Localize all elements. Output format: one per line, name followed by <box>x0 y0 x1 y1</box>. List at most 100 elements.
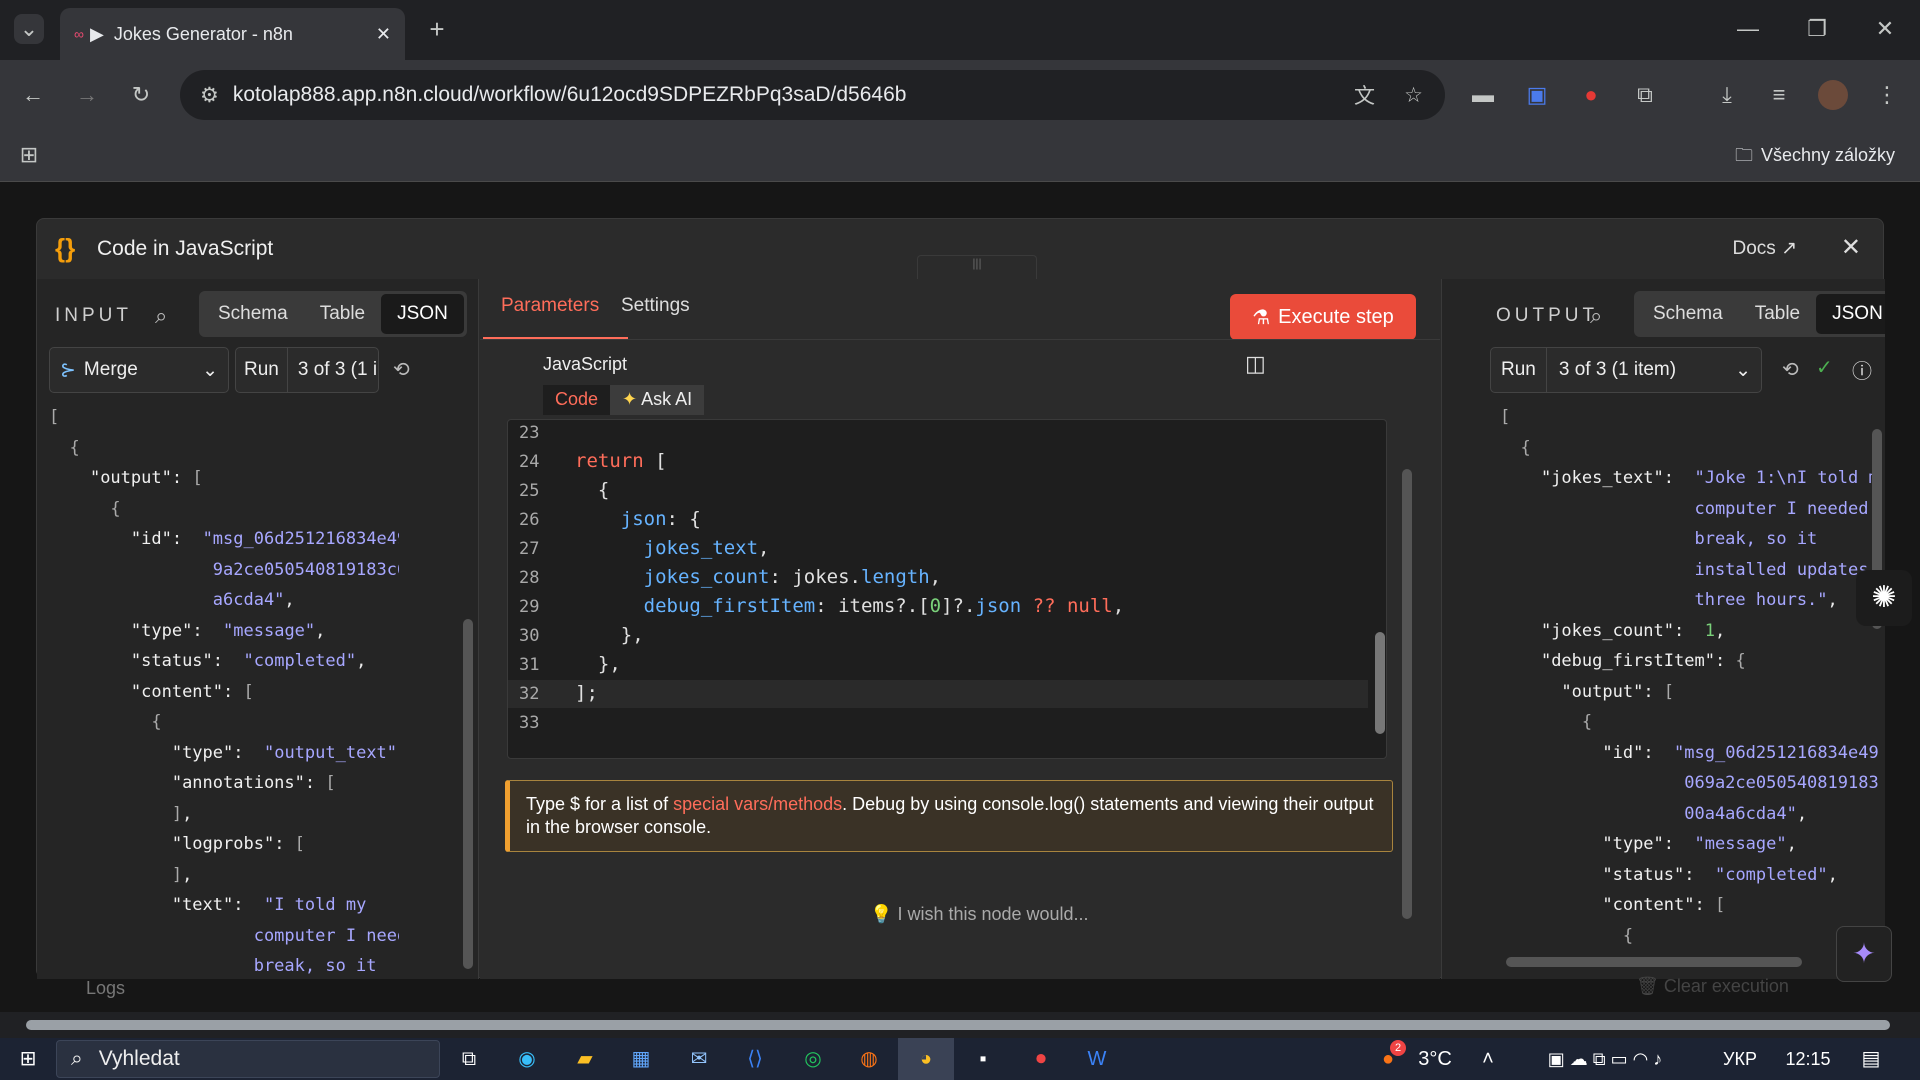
clear-execution-label: Clear execution <box>1663 976 1789 996</box>
extension-3-icon[interactable]: ● <box>1576 80 1606 110</box>
notifications-icon[interactable]: ▤ <box>1856 1038 1886 1080</box>
apps-icon[interactable]: ⊞ <box>14 140 44 170</box>
site-info-icon[interactable]: ⚙ <box>200 83 219 108</box>
taskbar-search[interactable]: ⌕ Vyhledat <box>56 1040 440 1078</box>
clock[interactable]: 12:15 <box>1778 1038 1838 1080</box>
output-view-schema[interactable]: Schema <box>1637 294 1739 334</box>
restore-icon[interactable]: ❐ <box>1802 14 1832 44</box>
close-modal-icon[interactable]: ✕ <box>1841 233 1861 262</box>
download-icon[interactable]: ⤓ <box>1712 80 1742 110</box>
merge-icon: ⊱ <box>60 359 76 381</box>
tab-parameters[interactable]: Parameters <box>501 295 599 317</box>
tab-list-icon[interactable]: ⌄ <box>14 14 44 44</box>
input-source-select[interactable]: ⊱ Merge ⌄ <box>49 347 229 393</box>
ask-ai-tab[interactable]: ✦ Ask AI <box>610 385 705 415</box>
back-icon[interactable]: ← <box>18 80 48 110</box>
output-view-json[interactable]: JSON <box>1816 294 1885 334</box>
app-icon[interactable]: ▪ <box>968 1038 998 1080</box>
tab-settings[interactable]: Settings <box>621 295 690 317</box>
chatgpt-extension-icon[interactable]: ✺ <box>1856 570 1912 626</box>
play-icon: ▶ <box>89 23 104 44</box>
address-bar[interactable]: ⚙ kotolap888.app.n8n.cloud/workflow/6u12… <box>180 70 1445 120</box>
ask-ai-label: Ask AI <box>641 389 693 409</box>
info-icon[interactable]: ⓘ <box>1852 355 1872 384</box>
editor-scrollbar[interactable] <box>1375 632 1385 734</box>
code-subtabs: Code ✦ Ask AI <box>543 385 705 415</box>
translate-icon[interactable]: 文 <box>1354 80 1375 110</box>
output-view-table[interactable]: Table <box>1739 294 1816 334</box>
code-tab[interactable]: Code <box>543 385 611 415</box>
store-icon[interactable]: ▦ <box>626 1038 656 1080</box>
firefox-icon[interactable]: ◍ <box>854 1038 884 1080</box>
drag-handle[interactable]: ||| <box>917 255 1037 279</box>
taskbar-search-label: Vyhledat <box>98 1047 180 1070</box>
media-icon[interactable]: ≡ <box>1764 80 1794 110</box>
close-window-icon[interactable]: ✕ <box>1870 14 1900 44</box>
tray-icons[interactable]: ▣ ☁ ⧉ ▭ ◠ ♪ <box>1510 1038 1700 1080</box>
mail-icon[interactable]: ✉ <box>684 1038 714 1080</box>
menu-icon[interactable]: ⋮ <box>1872 80 1902 110</box>
clear-execution-button[interactable]: 🗑 Clear execution <box>1636 976 1836 1004</box>
edge-icon[interactable]: ◉ <box>512 1038 542 1080</box>
star-icon[interactable]: ☆ <box>1404 83 1423 108</box>
line-number: 25 <box>519 481 540 501</box>
task-view-icon[interactable]: ⧉ <box>454 1038 484 1080</box>
extension-1-icon[interactable]: ▬ <box>1468 80 1498 110</box>
page-hscrollbar[interactable] <box>0 1012 1920 1038</box>
explorer-icon[interactable]: ▰ <box>570 1038 600 1080</box>
extensions-icon[interactable]: ⧉ <box>1630 80 1660 110</box>
ai-assistant-button[interactable]: ✦ <box>1836 926 1892 982</box>
forward-icon[interactable]: → <box>72 80 102 110</box>
code-line[interactable]: debug_firstItem: items?.[0]?.json ?? nul… <box>575 595 1125 617</box>
input-view-json[interactable]: JSON <box>381 294 464 334</box>
page-hscroll-thumb[interactable] <box>26 1020 1890 1030</box>
code-line[interactable]: ]; <box>575 682 598 704</box>
browser-tab[interactable]: ∞ ▶ Jokes Generator - n8n ✕ <box>60 8 405 60</box>
whatsapp-icon[interactable]: ◎ <box>798 1038 828 1080</box>
wish-link[interactable]: 💡 I wish this node would... <box>870 904 1089 925</box>
code-line[interactable]: json: { <box>575 508 701 530</box>
new-tab-icon[interactable]: + <box>422 14 452 44</box>
chrome-icon[interactable]: ◕ <box>898 1038 954 1080</box>
word-icon[interactable]: W <box>1082 1038 1112 1080</box>
chevron-down-icon: ⌄ <box>202 359 218 381</box>
close-tab-icon[interactable]: ✕ <box>376 24 391 45</box>
link-icon[interactable]: ⟲ <box>1782 357 1799 382</box>
output-run-select[interactable]: Run 3 of 3 (1 item) ⌄ <box>1490 347 1762 393</box>
reload-icon[interactable]: ↻ <box>126 80 156 110</box>
input-search-icon[interactable]: ⌕ <box>155 303 167 329</box>
minimize-icon[interactable]: — <box>1733 14 1763 44</box>
code-line[interactable]: }, <box>575 624 644 646</box>
code-line[interactable]: }, <box>575 653 621 675</box>
docs-label: Docs <box>1732 238 1776 259</box>
success-check-icon: ✓ <box>1816 357 1833 379</box>
expand-editor-icon[interactable]: ◫ <box>1245 351 1266 377</box>
output-search-icon[interactable]: ⌕ <box>1590 303 1602 329</box>
code-line[interactable]: jokes_text, <box>575 537 770 559</box>
code-line[interactable]: jokes_count: jokes.length, <box>575 566 941 588</box>
line-number: 30 <box>519 626 540 646</box>
execute-step-button[interactable]: ⚗ Execute step <box>1230 294 1416 340</box>
input-view-schema[interactable]: Schema <box>202 294 304 334</box>
link-icon[interactable]: ⟲ <box>393 357 410 382</box>
input-view-table[interactable]: Table <box>304 294 381 334</box>
code-node-icon: {} <box>55 233 76 263</box>
keyboard-language[interactable]: УКР <box>1716 1038 1764 1080</box>
start-icon[interactable]: ⊞ <box>10 1038 46 1080</box>
all-bookmarks-label: Všechny záložky <box>1761 145 1896 165</box>
record-icon[interactable]: ⏺ <box>1026 1038 1056 1080</box>
input-source-value: Merge <box>83 359 138 380</box>
all-bookmarks[interactable]: 🗀 Všechny záložky <box>1735 140 1895 170</box>
vscode-icon[interactable]: ⟨⟩ <box>740 1038 770 1080</box>
code-line[interactable]: return [ <box>575 450 667 472</box>
params-scrollbar[interactable] <box>1402 469 1412 919</box>
special-vars-link[interactable]: special vars/methods <box>673 794 842 814</box>
tray-chevron-icon[interactable]: ˄ <box>1476 1038 1500 1080</box>
code-line[interactable]: { <box>575 479 609 501</box>
extension-2-icon[interactable]: ▣ <box>1522 80 1552 110</box>
avatar[interactable] <box>1818 80 1848 110</box>
output-hscrollbar[interactable] <box>1506 957 1802 967</box>
docs-link[interactable]: Docs ↗ <box>1733 237 1798 260</box>
input-run-select[interactable]: Run 3 of 3 (1 it <box>235 347 379 393</box>
input-scrollbar[interactable] <box>463 619 473 969</box>
